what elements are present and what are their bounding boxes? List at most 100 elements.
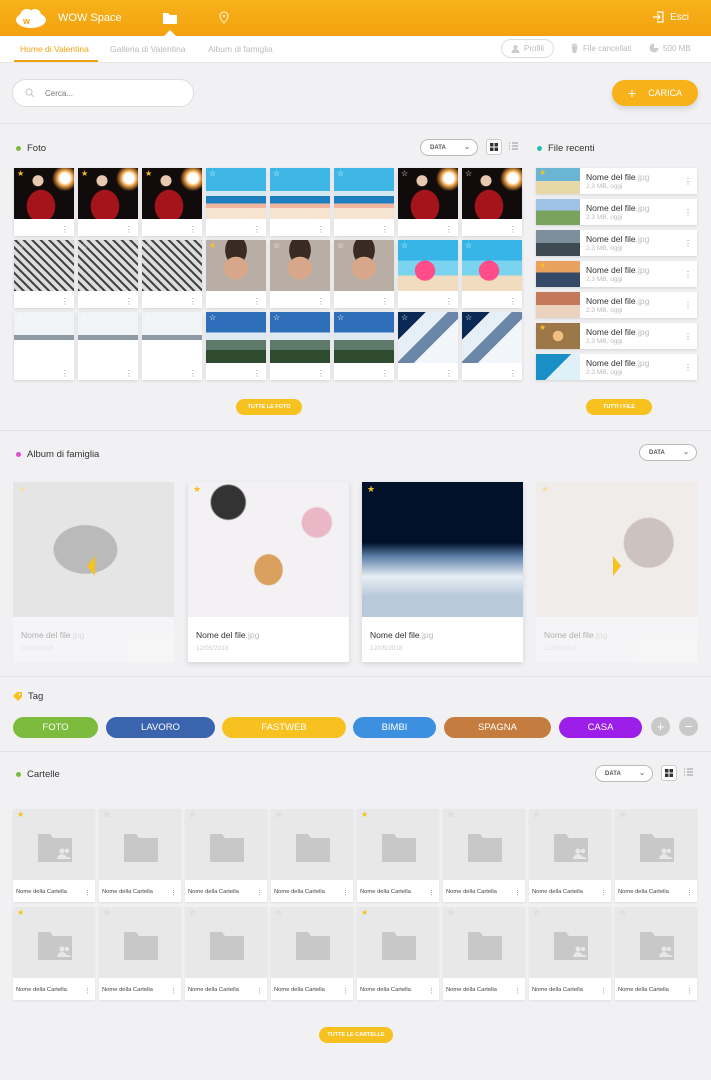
more-options-icon[interactable]: ⋮: [686, 889, 693, 897]
recent-file-item[interactable]: ★ Nome del file.jpg 2,3 MB, oggi ⋮: [536, 168, 697, 194]
photo-card[interactable]: ☆ ⋮: [78, 312, 138, 380]
star-icon[interactable]: ★: [539, 261, 546, 270]
grid-view-button[interactable]: [661, 765, 677, 781]
storage-indicator[interactable]: 500 MB: [649, 43, 691, 53]
more-options-icon[interactable]: ⋮: [125, 225, 133, 234]
location-pin-icon[interactable]: [216, 11, 232, 25]
tab-family-album[interactable]: Album di famiglia: [208, 44, 273, 54]
recent-file-item[interactable]: Nome del file.jpg 2,3 MB, oggi ⋮: [536, 292, 697, 318]
more-options-icon[interactable]: ⋮: [684, 208, 692, 217]
star-icon[interactable]: ★: [17, 169, 24, 178]
star-icon[interactable]: ☆: [465, 313, 472, 322]
star-icon[interactable]: ☆: [81, 241, 88, 250]
star-icon[interactable]: ☆: [103, 908, 110, 917]
deleted-files-button[interactable]: File cancellati: [570, 43, 631, 53]
more-options-icon[interactable]: ⋮: [61, 297, 69, 306]
star-icon[interactable]: ☆: [273, 313, 280, 322]
more-options-icon[interactable]: ⋮: [170, 987, 177, 995]
more-options-icon[interactable]: ⋮: [189, 369, 197, 378]
photo-card[interactable]: ☆ ⋮: [270, 168, 330, 236]
more-options-icon[interactable]: ⋮: [61, 225, 69, 234]
album-card[interactable]: ★ Nome del file.jpg 12/05/2018: [188, 482, 349, 662]
tag-pill[interactable]: FOTO: [13, 717, 98, 738]
star-icon[interactable]: ☆: [275, 908, 282, 917]
folder-card[interactable]: ☆ Nome della Cartella ⋮: [443, 907, 525, 1000]
folder-card[interactable]: ☆ Nome della Cartella ⋮: [271, 809, 353, 902]
recent-file-item[interactable]: ★ Nome del file.jpg 2,3 MB, oggi ⋮: [536, 261, 697, 287]
star-icon[interactable]: ★: [539, 168, 546, 177]
more-options-icon[interactable]: ⋮: [253, 297, 261, 306]
folder-card[interactable]: ☆ Nome della Cartella ⋮: [271, 907, 353, 1000]
photo-card[interactable]: ☆ ⋮: [398, 312, 458, 380]
photo-card[interactable]: ☆ ⋮: [334, 240, 394, 308]
photo-card[interactable]: ☆ ⋮: [78, 240, 138, 308]
all-photos-button[interactable]: TUTTE LE FOTO: [236, 399, 302, 415]
star-icon[interactable]: ★: [361, 908, 368, 917]
star-icon[interactable]: ★: [81, 169, 88, 178]
photos-sort-select[interactable]: DATA ⌄: [420, 139, 478, 156]
search-box[interactable]: [12, 79, 194, 107]
star-icon[interactable]: ★: [539, 323, 546, 332]
folder-card[interactable]: ★ Nome della Cartella ⋮: [357, 809, 439, 902]
tag-pill[interactable]: CASA: [559, 717, 642, 738]
folders-sort-select[interactable]: DATA ⌄: [595, 765, 653, 782]
more-options-icon[interactable]: ⋮: [428, 987, 435, 995]
more-options-icon[interactable]: ⋮: [684, 177, 692, 186]
photo-card[interactable]: ☆ ⋮: [398, 240, 458, 308]
tab-home[interactable]: Home di Valentina: [20, 44, 89, 54]
star-icon[interactable]: ☆: [145, 241, 152, 250]
more-options-icon[interactable]: ⋮: [514, 987, 521, 995]
more-options-icon[interactable]: ⋮: [342, 889, 349, 897]
folder-card[interactable]: ☆ Nome della Cartella ⋮: [99, 809, 181, 902]
star-icon[interactable]: ☆: [465, 241, 472, 250]
star-icon[interactable]: ☆: [401, 169, 408, 178]
photo-card[interactable]: ☆ ⋮: [270, 312, 330, 380]
photo-card[interactable]: ☆ ⋮: [206, 168, 266, 236]
logout-button[interactable]: Esci: [652, 11, 689, 23]
photo-card[interactable]: ☆ ⋮: [270, 240, 330, 308]
more-options-icon[interactable]: ⋮: [686, 987, 693, 995]
star-icon[interactable]: ☆: [447, 908, 454, 917]
folder-card[interactable]: ☆ Nome della Cartella ⋮: [615, 809, 697, 902]
star-icon[interactable]: ★: [18, 484, 26, 495]
more-options-icon[interactable]: ⋮: [317, 297, 325, 306]
list-view-button[interactable]: [506, 139, 522, 155]
tag-pill[interactable]: BIMBI: [353, 717, 436, 738]
photo-card[interactable]: ☆ ⋮: [206, 312, 266, 380]
more-options-icon[interactable]: ⋮: [256, 987, 263, 995]
photo-card[interactable]: ☆ ⋮: [14, 312, 74, 380]
star-icon[interactable]: ☆: [17, 313, 24, 322]
star-icon[interactable]: ★: [17, 908, 24, 917]
star-icon[interactable]: ☆: [103, 810, 110, 819]
more-options-icon[interactable]: ⋮: [125, 369, 133, 378]
carousel-prev-arrow[interactable]: [87, 556, 95, 576]
photo-card[interactable]: ☆ ⋮: [334, 168, 394, 236]
recent-file-item[interactable]: Nome del file.jpg 2,3 MB, oggi ⋮: [536, 199, 697, 225]
more-options-icon[interactable]: ⋮: [684, 332, 692, 341]
more-options-icon[interactable]: ⋮: [61, 369, 69, 378]
more-options-icon[interactable]: ⋮: [600, 889, 607, 897]
star-icon[interactable]: ★: [367, 484, 375, 495]
folder-card[interactable]: ☆ Nome della Cartella ⋮: [529, 809, 611, 902]
star-icon[interactable]: ☆: [337, 313, 344, 322]
folder-card[interactable]: ★ Nome della Cartella ⋮: [357, 907, 439, 1000]
star-icon[interactable]: ☆: [273, 241, 280, 250]
more-options-icon[interactable]: ⋮: [256, 889, 263, 897]
more-options-icon[interactable]: ⋮: [509, 297, 517, 306]
photo-card[interactable]: ☆ ⋮: [398, 168, 458, 236]
star-icon[interactable]: ☆: [145, 313, 152, 322]
grid-view-button[interactable]: [486, 139, 502, 155]
star-icon[interactable]: ★: [541, 484, 549, 495]
star-icon[interactable]: ☆: [81, 313, 88, 322]
star-icon[interactable]: ☆: [533, 908, 540, 917]
more-options-icon[interactable]: ⋮: [189, 225, 197, 234]
star-icon[interactable]: ☆: [401, 241, 408, 250]
tag-pill[interactable]: SPAGNA: [444, 717, 551, 738]
star-icon[interactable]: ☆: [337, 169, 344, 178]
photo-card[interactable]: ☆ ⋮: [462, 168, 522, 236]
remove-tag-button[interactable]: −: [679, 717, 698, 736]
photo-card[interactable]: ☆ ⋮: [142, 240, 202, 308]
star-icon[interactable]: ★: [361, 810, 368, 819]
more-options-icon[interactable]: ⋮: [445, 297, 453, 306]
wow-cloud-logo[interactable]: w: [14, 7, 48, 29]
